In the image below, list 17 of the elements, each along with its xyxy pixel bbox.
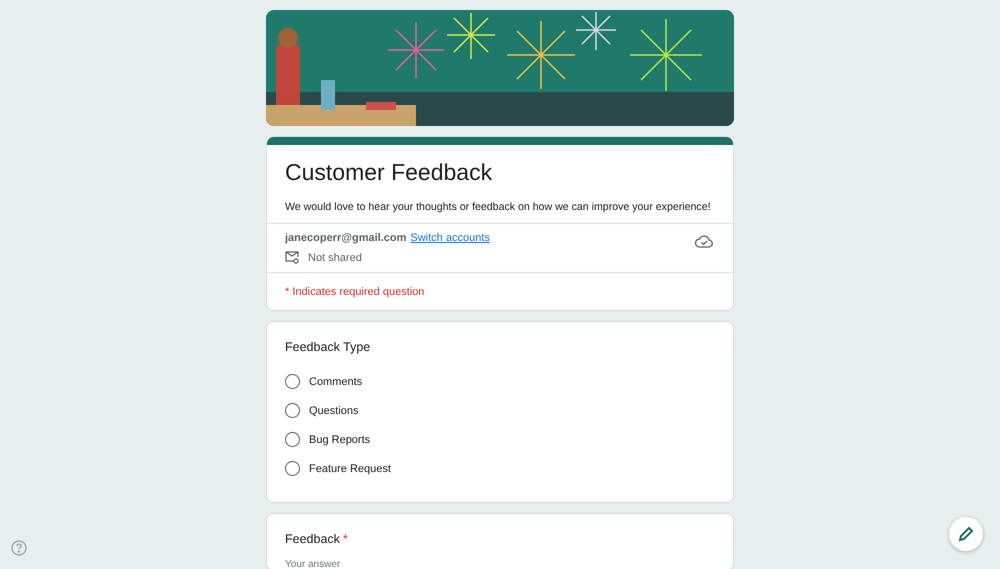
pencil-icon bbox=[958, 526, 974, 542]
form-title: Customer Feedback bbox=[285, 158, 494, 187]
radio-option[interactable]: Comments bbox=[285, 374, 362, 389]
sharing-status: Not shared bbox=[308, 252, 362, 264]
cloud-saved-icon bbox=[695, 235, 713, 248]
form-description: We would love to hear your thoughts or feedback on how we can improve your experience! bbox=[285, 200, 711, 215]
required-note: * Indicates required question bbox=[285, 286, 424, 298]
account-email: janecoperr@gmail.com bbox=[285, 232, 406, 244]
switch-accounts-link[interactable]: Switch accounts bbox=[410, 232, 490, 244]
edit-button[interactable] bbox=[949, 517, 983, 551]
radio-option[interactable]: Bug Reports bbox=[285, 432, 370, 447]
required-asterisk: * bbox=[342, 532, 348, 546]
question-title: Feedback Type bbox=[285, 340, 372, 354]
mail-settings-icon bbox=[285, 251, 299, 264]
radio-option[interactable]: Questions bbox=[285, 403, 359, 418]
question-title: Feedback bbox=[285, 532, 340, 546]
radio-option[interactable]: Feature Request bbox=[285, 461, 391, 476]
